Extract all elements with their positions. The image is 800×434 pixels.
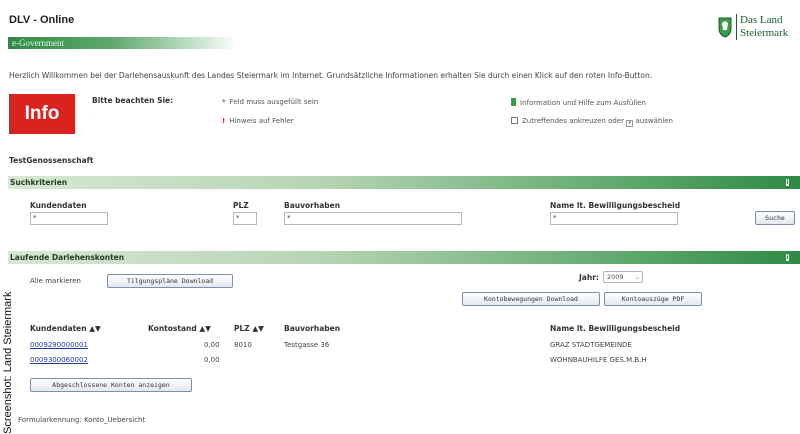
accounts-section-title: Laufende Darlehenskonten <box>10 253 125 262</box>
kundendaten-label: Kundendaten <box>30 201 87 210</box>
watermark: Screenshot: Land Steiermark <box>2 226 14 434</box>
bewilligung-input[interactable]: * <box>550 212 678 225</box>
row-1-bauvorhaben: Testgasse 36 <box>284 341 330 349</box>
row-1-kontostand: 0,00 <box>204 341 220 349</box>
info-icon[interactable]: i <box>785 178 790 187</box>
legend-info-text: Information und Hilfe zum Ausfüllen <box>520 99 646 107</box>
col-kundendaten-label: Kundendaten <box>30 324 87 333</box>
col-bauvorhaben: Bauvorhaben <box>284 324 341 333</box>
mark-all-text[interactable]: Alle markieren <box>30 277 81 285</box>
company-name: TestGenossenschaft <box>9 156 94 165</box>
bauvorhaben-label: Bauvorhaben <box>284 201 341 210</box>
year-label: Jahr: <box>579 273 599 282</box>
plan-download-button[interactable]: Tilgungspläne Download <box>107 274 233 288</box>
year-select[interactable]: 2009 ⌄ <box>603 271 643 283</box>
page-header: DLV - Online e-Government Das Land Steie… <box>0 0 800 52</box>
checkbox-icon <box>511 117 518 124</box>
land-steiermark-logo: Das Land Steiermark <box>718 12 798 48</box>
sort-icon[interactable]: ▲▼ <box>252 324 264 333</box>
egov-banner: e-Government <box>8 37 238 49</box>
legend-error: ! Hinweis auf Fehler <box>222 117 294 125</box>
statements-pdf-button[interactable]: Kontoauszüge PDF <box>604 292 702 306</box>
info-icon[interactable]: i <box>785 253 790 262</box>
col-kontostand[interactable]: Kontostand ▲▼ <box>148 324 211 333</box>
row-1-plz: 8010 <box>234 341 252 349</box>
legend-info: Information und Hilfe zum Ausfüllen <box>511 98 646 107</box>
row-2-kundendaten-link[interactable]: 0009300060002 <box>30 356 88 364</box>
error-mark: ! <box>222 117 226 125</box>
sort-icon[interactable]: ▲▼ <box>89 324 101 333</box>
form-id: Formularkennung: Konto_Uebersicht <box>18 416 146 424</box>
col-plz-label: PLZ <box>234 324 250 333</box>
row-2-kontostand: 0,00 <box>204 356 220 364</box>
app-title: DLV - Online <box>9 14 75 26</box>
search-section-title: Suchkriterien <box>10 178 68 187</box>
row-2-name: WOHNBAUHILFE GES.M.B.H <box>550 356 647 364</box>
search-button[interactable]: Suche <box>755 211 795 225</box>
required-mark: * <box>222 98 226 106</box>
accounts-section-header: Laufende Darlehenskonten i <box>8 251 800 264</box>
intro-text: Herzlich Willkommen bei der Darlehensaus… <box>9 71 653 80</box>
row-1-name: GRAZ STADTGEMEINDE <box>550 341 632 349</box>
col-kontostand-label: Kontostand <box>148 324 197 333</box>
row-1-kundendaten-link[interactable]: 0009290000001 <box>30 341 88 349</box>
info-icon <box>511 98 516 106</box>
closed-accounts-button[interactable]: Abgeschlossene Konten anzeigen <box>30 378 192 392</box>
legend-error-text: Hinweis auf Fehler <box>229 117 294 125</box>
legend-check: Zutreffendes ankreuzen oder ▾ auswählen <box>511 117 673 127</box>
movements-download-button[interactable]: Kontobewegungen Download <box>462 292 600 306</box>
legend-check-text-1: Zutreffendes ankreuzen oder <box>522 117 624 125</box>
watermark-text: Screenshot: Land Steiermark <box>2 291 14 434</box>
col-plz[interactable]: PLZ ▲▼ <box>234 324 264 333</box>
notes-title: Bitte beachten Sie: <box>92 96 174 105</box>
info-button[interactable]: Info <box>9 94 75 134</box>
logo-line-2: Steiermark <box>740 27 789 39</box>
logo-line-1: Das Land <box>740 14 783 26</box>
legend-check-text-2: auswählen <box>635 117 673 125</box>
plz-input[interactable]: * <box>233 212 257 225</box>
bewilligung-label: Name lt. Bewilligungsbescheid <box>550 201 681 210</box>
sort-icon[interactable]: ▲▼ <box>199 324 211 333</box>
col-bewilligung: Name lt. Bewilligungsbescheid <box>550 324 681 333</box>
coat-of-arms-icon <box>718 17 732 38</box>
kundendaten-input[interactable]: * <box>30 212 108 225</box>
logo-text: Das Land Steiermark <box>736 14 788 40</box>
select-icon: ▾ <box>626 120 634 127</box>
col-kundendaten[interactable]: Kundendaten ▲▼ <box>30 324 101 333</box>
year-select-value: 2009 <box>607 273 624 281</box>
bauvorhaben-input[interactable]: * <box>284 212 462 225</box>
legend-required: * Feld muss ausgefüllt sein <box>222 98 318 106</box>
plz-label: PLZ <box>233 201 249 210</box>
chevron-down-icon: ⌄ <box>634 273 640 281</box>
search-section-header: Suchkriterien i <box>8 176 800 189</box>
legend-required-text: Feld muss ausgefüllt sein <box>229 98 319 106</box>
